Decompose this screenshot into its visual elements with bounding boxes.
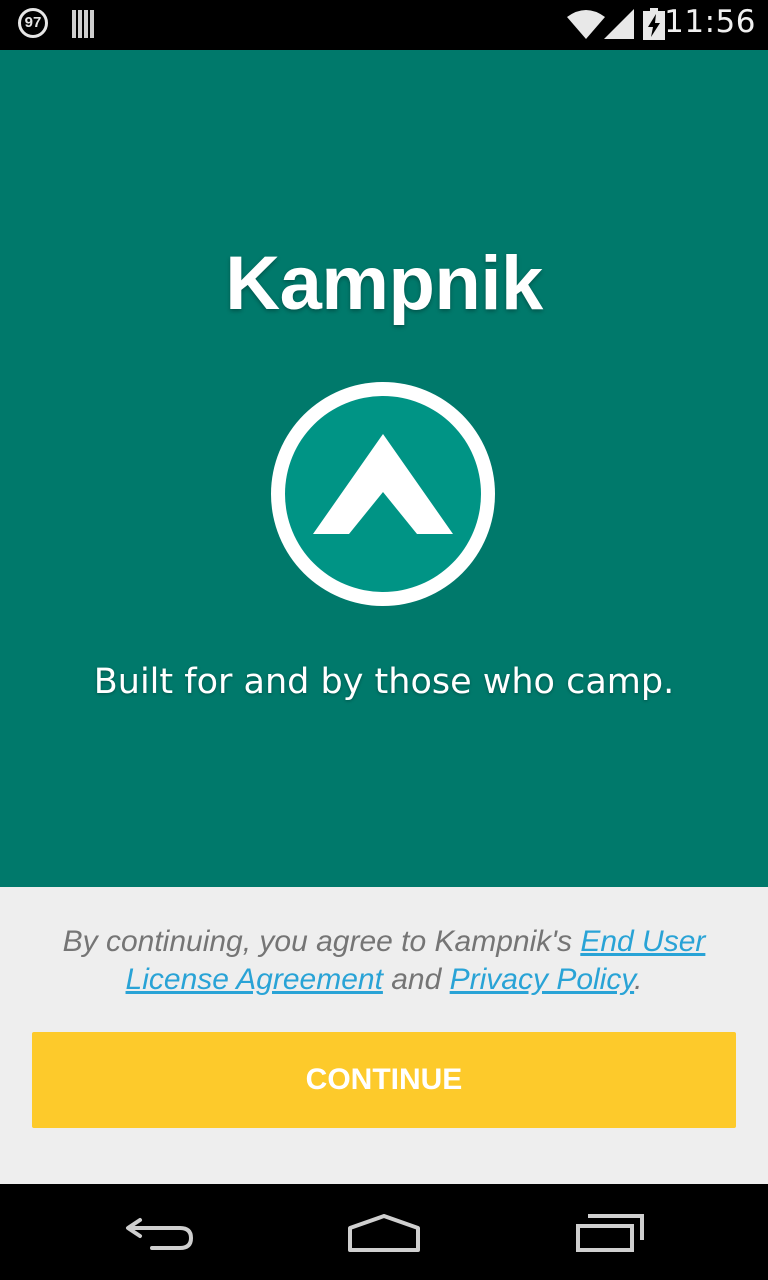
status-bar: 97 11:56 [0, 0, 768, 50]
legal-text: By continuing, you agree to Kampnik's En… [50, 923, 718, 999]
legal-prefix: By continuing, you agree to Kampnik's [62, 925, 581, 958]
legal-suffix: . [634, 963, 643, 996]
barcode-icon [72, 10, 94, 38]
notification-badge-icon: 97 [18, 8, 48, 38]
screen: 97 11:56 Kampnik Built for and by those … [0, 0, 768, 1280]
home-icon[interactable] [346, 1214, 422, 1254]
app-title: Kampnik [225, 241, 543, 326]
consent-panel: By continuing, you agree to Kampnik's En… [0, 887, 768, 1184]
tent-logo-icon [271, 382, 495, 606]
wifi-icon [567, 10, 605, 39]
hero-section: Kampnik Built for and by those who camp. [0, 50, 768, 887]
status-time: 11:56 [664, 4, 756, 40]
tagline: Built for and by those who camp. [93, 662, 675, 702]
signal-icon [604, 9, 634, 39]
battery-charging-icon [643, 8, 665, 40]
privacy-policy-link[interactable]: Privacy Policy [450, 963, 634, 996]
recents-icon[interactable] [574, 1214, 646, 1254]
back-icon[interactable] [124, 1214, 194, 1254]
continue-button[interactable]: CONTINUE [32, 1032, 736, 1128]
navigation-bar [0, 1184, 768, 1280]
legal-middle: and [382, 963, 450, 996]
